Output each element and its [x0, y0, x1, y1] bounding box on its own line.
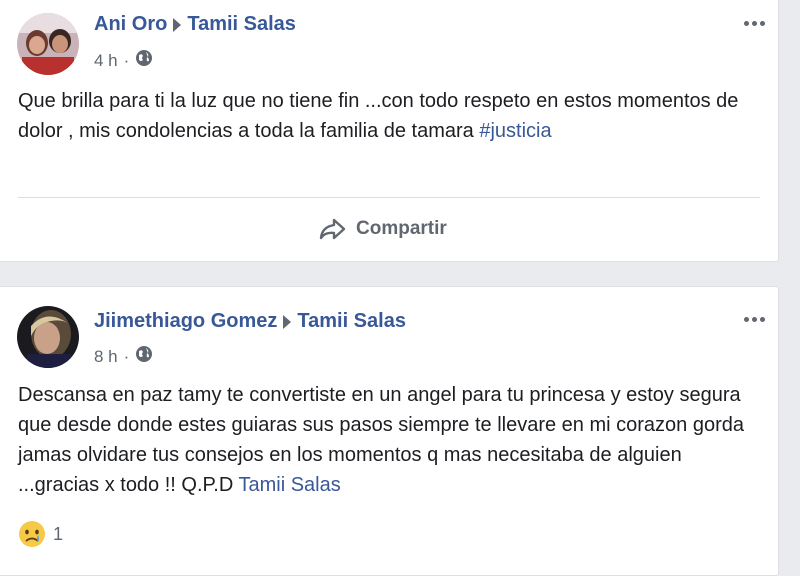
mention-link[interactable]: Tamii Salas — [238, 474, 340, 496]
post-text: Descansa en paz tamy te convertiste en u… — [18, 380, 768, 500]
globe-icon[interactable] — [135, 49, 153, 72]
reaction-count: 1 — [53, 523, 64, 544]
target-name[interactable]: Tamii Salas — [187, 13, 296, 36]
avatar[interactable] — [17, 306, 79, 368]
hashtag-link[interactable]: #justicia — [479, 120, 551, 142]
author-name[interactable]: Ani Oro — [94, 13, 167, 36]
post-body: Que brilla para ti la luz que no tiene f… — [18, 90, 739, 142]
post-meta: 8 h · — [94, 345, 153, 368]
post-text: Que brilla para ti la luz que no tiene f… — [18, 86, 768, 146]
more-options-icon[interactable] — [744, 21, 765, 26]
post-body: Descansa en paz tamy te convertiste en u… — [18, 384, 744, 496]
separator: · — [123, 346, 130, 366]
timestamp[interactable]: 8 h — [94, 347, 118, 367]
post-card: Ani Oro Tamii Salas 4 h · Que brilla par… — [0, 0, 779, 262]
post-meta: 4 h · — [94, 49, 153, 72]
divider — [18, 197, 760, 198]
triangle-right-icon — [173, 17, 182, 32]
globe-icon[interactable] — [135, 345, 153, 368]
post-header: Jiimethiago Gomez Tamii Salas — [94, 310, 406, 333]
share-button[interactable]: Compartir — [318, 217, 447, 241]
sad-emoji-icon — [19, 521, 45, 547]
post-card: Jiimethiago Gomez Tamii Salas 8 h · Desc… — [0, 286, 779, 576]
share-icon — [319, 218, 346, 240]
share-label: Compartir — [356, 218, 447, 239]
timestamp[interactable]: 4 h — [94, 51, 118, 71]
more-options-icon[interactable] — [744, 317, 765, 322]
target-name[interactable]: Tamii Salas — [297, 310, 406, 333]
reaction-summary[interactable]: 1 — [17, 519, 63, 549]
triangle-right-icon — [283, 314, 292, 329]
author-name[interactable]: Jiimethiago Gomez — [94, 310, 277, 333]
avatar[interactable] — [17, 13, 79, 75]
post-header: Ani Oro Tamii Salas — [94, 13, 296, 36]
separator: · — [123, 50, 130, 70]
